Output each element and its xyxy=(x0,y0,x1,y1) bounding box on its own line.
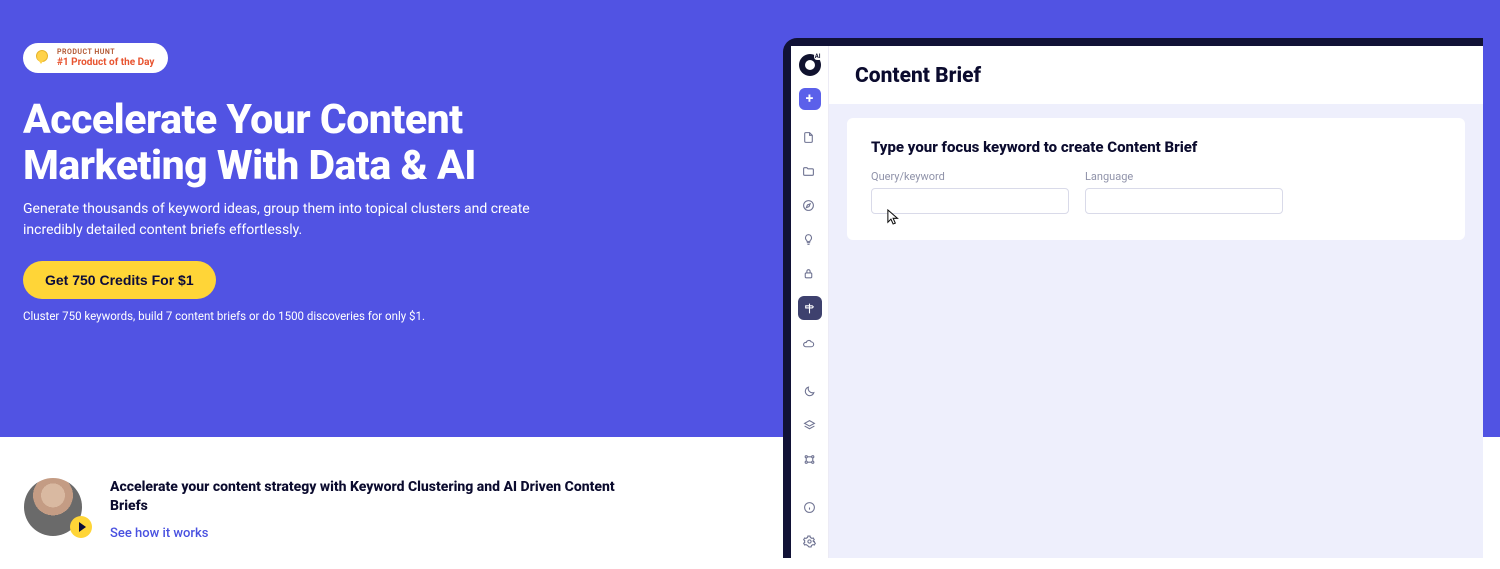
sidebar: + xyxy=(791,46,829,558)
product-hunt-badge[interactable]: PRODUCT HUNT #1 Product of the Day xyxy=(23,43,168,73)
testimonial: Accelerate your content strategy with Ke… xyxy=(24,478,630,541)
settings-icon[interactable] xyxy=(799,530,821,552)
headline-line1: Accelerate Your Content xyxy=(23,96,463,144)
help-icon[interactable] xyxy=(799,496,821,518)
document-icon[interactable] xyxy=(798,126,820,148)
app-window: + xyxy=(783,38,1483,558)
cluster-icon[interactable] xyxy=(799,448,821,470)
app-inner: + xyxy=(791,46,1483,558)
see-how-link[interactable]: See how it works xyxy=(110,526,208,541)
app-main: Content Brief Type your focus keyword to… xyxy=(829,46,1483,558)
keyword-field-wrap: Query/keyword xyxy=(871,170,1069,214)
cta-button[interactable]: Get 750 Credits For $1 xyxy=(23,261,216,299)
avatar-wrap[interactable] xyxy=(24,478,82,536)
app-title: Content Brief xyxy=(855,64,1457,88)
badge-text: PRODUCT HUNT #1 Product of the Day xyxy=(57,49,154,68)
language-label: Language xyxy=(1085,170,1283,183)
app-logo-icon[interactable] xyxy=(799,54,821,76)
play-icon[interactable] xyxy=(70,516,92,538)
cta-subtext: Cluster 750 keywords, build 7 content br… xyxy=(23,309,425,323)
app-body: Type your focus keyword to create Conten… xyxy=(829,104,1483,558)
lock-icon[interactable] xyxy=(798,262,820,284)
hero-headline: Accelerate Your Content Marketing With D… xyxy=(23,98,476,190)
add-button[interactable]: + xyxy=(799,88,821,110)
lightbulb-icon[interactable] xyxy=(798,228,820,250)
badge-upper: PRODUCT HUNT xyxy=(57,49,154,56)
ribbon-icon xyxy=(33,50,49,66)
layers-icon[interactable] xyxy=(799,414,821,436)
signpost-icon[interactable] xyxy=(798,296,822,320)
folder-icon[interactable] xyxy=(798,160,820,182)
app-header: Content Brief xyxy=(829,46,1483,104)
hero-subhead: Generate thousands of keyword ideas, gro… xyxy=(23,199,583,241)
moon-icon[interactable] xyxy=(799,380,821,402)
keyword-input[interactable] xyxy=(871,188,1069,214)
keyword-label: Query/keyword xyxy=(871,170,1069,183)
cloud-icon[interactable] xyxy=(798,332,820,354)
badge-lower: #1 Product of the Day xyxy=(57,58,154,68)
testimonial-title: Accelerate your content strategy with Ke… xyxy=(110,478,630,516)
brief-heading: Type your focus keyword to create Conten… xyxy=(871,138,1441,156)
content-brief-card: Type your focus keyword to create Conten… xyxy=(847,118,1465,240)
language-input[interactable] xyxy=(1085,188,1283,214)
language-field-wrap: Language xyxy=(1085,170,1283,214)
compass-icon[interactable] xyxy=(798,194,820,216)
headline-line2: Marketing With Data & AI xyxy=(23,142,476,190)
